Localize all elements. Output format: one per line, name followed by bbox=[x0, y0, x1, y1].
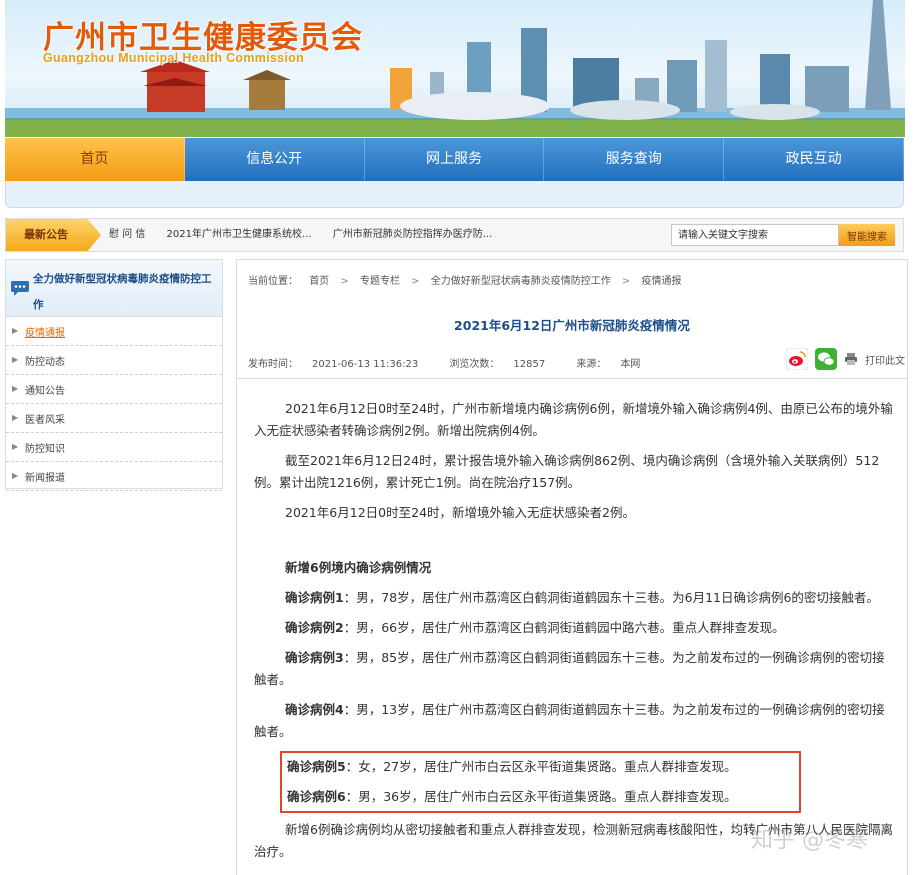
breadcrumb-item[interactable]: 疫情通报 bbox=[641, 276, 681, 287]
zhihu-watermark: 知乎 @冬寒 bbox=[751, 828, 868, 853]
breadcrumb-item[interactable]: 专题专栏 bbox=[360, 276, 400, 287]
weibo-share-icon[interactable] bbox=[786, 348, 808, 370]
article-paragraph: 2021年6月12日0时至24时，广州市新增境内确诊病例6例，新增境外输入确诊病… bbox=[254, 401, 893, 438]
sidebar-title: 全力做好新型冠状病毒肺炎疫情防控工作 bbox=[33, 273, 212, 311]
print-button[interactable]: 打印此文 bbox=[865, 352, 905, 367]
breadcrumb-separator: > bbox=[411, 276, 420, 287]
site-banner: 广州市卫生健康委员会 Guangzhou Municipal Health Co… bbox=[5, 0, 905, 137]
case-text: ：女，27岁，居住广州市白云区永平街道集贤路。重点人群排查发现。 bbox=[345, 759, 737, 774]
share-tools: 打印此文 bbox=[786, 348, 905, 370]
publish-time-label: 发布时间： bbox=[248, 359, 298, 370]
notice-list: 慰 问 信 2021年广州市卫生健康系统校... 广州市新冠肺炎防控指挥办医疗防… bbox=[109, 219, 510, 251]
notice-bar: 最新公告 慰 问 信 2021年广州市卫生健康系统校... 广州市新冠肺炎防控指… bbox=[5, 218, 904, 252]
notice-item[interactable]: 2021年广州市卫生健康系统校... bbox=[167, 229, 312, 240]
case-label: 确诊病例3 bbox=[285, 650, 344, 665]
sidebar-item-prevention-knowledge[interactable]: ▶ 防控知识 bbox=[6, 433, 222, 462]
source-label: 来源： bbox=[576, 359, 607, 370]
sidebar-item-prevention-news[interactable]: ▶ 防控动态 bbox=[6, 346, 222, 375]
case-label: 确诊病例1 bbox=[285, 590, 344, 605]
highlight-annotation-box: 确诊病例5：女，27岁，居住广州市白云区永平街道集贤路。重点人群排查发现。 确诊… bbox=[280, 751, 801, 813]
notice-label: 最新公告 bbox=[6, 219, 101, 251]
views-count: 12857 bbox=[513, 359, 546, 370]
breadcrumb: 当前位置： 首页 > 专题专栏 > 全力做好新型冠状病毒肺炎疫情防控工作 > 疫… bbox=[248, 272, 689, 287]
case-paragraph: 确诊病例1：男，78岁，居住广州市荔湾区白鹤洞街道鹤园东十三巷。为6月11日确诊… bbox=[254, 587, 894, 609]
article-panel: 当前位置： 首页 > 专题专栏 > 全力做好新型冠状病毒肺炎疫情防控工作 > 疫… bbox=[236, 259, 908, 875]
nav-item-public-interaction[interactable]: 政民互动 bbox=[724, 138, 904, 181]
case-text: ：男，13岁，居住广州市荔湾区白鹤洞街道鹤园东十三巷。为之前发布过的一例确诊病例… bbox=[254, 702, 885, 739]
case-label: 确诊病例4 bbox=[285, 702, 344, 717]
search-input[interactable] bbox=[671, 224, 839, 246]
breadcrumb-separator: > bbox=[621, 276, 631, 287]
arrow-right-icon: ▶ bbox=[12, 326, 19, 335]
case-text: ：男，78岁，居住广州市荔湾区白鹤洞街道鹤园东十三巷。为6月11日确诊病例6的密… bbox=[343, 590, 879, 605]
breadcrumb-item[interactable]: 全力做好新型冠状病毒肺炎疫情防控工作 bbox=[431, 276, 611, 287]
article-meta: 发布时间： 2021-06-13 11:36:23 浏览次数： 12857 来源： 本… bbox=[248, 355, 668, 370]
sidebar-item-label: 防控动态 bbox=[25, 357, 65, 368]
search-button[interactable]: 智能搜索 bbox=[839, 224, 895, 246]
case-label: 确诊病例5 bbox=[287, 759, 346, 774]
sidebar-item-medical-staff[interactable]: ▶ 医者风采 bbox=[6, 404, 222, 433]
nav-item-service-query[interactable]: 服务查询 bbox=[544, 138, 725, 181]
arrow-right-icon: ▶ bbox=[12, 442, 19, 451]
case-paragraph: 确诊病例2：男，66岁，居住广州市荔湾区白鹤洞街道鹤园中路六巷。重点人群排查发现… bbox=[254, 617, 894, 639]
source-value: 本网 bbox=[620, 359, 641, 370]
sidebar-item-label: 新闻报道 bbox=[25, 473, 65, 484]
case-text: ：男，85岁，居住广州市荔湾区白鹤洞街道鹤园东十三巷。为之前发布过的一例确诊病例… bbox=[254, 650, 885, 687]
section-heading: 新增6例境内确诊病例情况 bbox=[285, 560, 432, 575]
article-paragraph: 截至2021年6月12日24时，累计报告境外输入确诊病例862例、境内确诊病例（… bbox=[254, 453, 880, 490]
sidebar: 全力做好新型冠状病毒肺炎疫情防控工作 ▶ 疫情通报 ▶ 防控动态 ▶ 通知公告 … bbox=[5, 259, 223, 491]
notice-item[interactable]: 广州市新冠肺炎防控指挥办医疗防... bbox=[333, 229, 493, 240]
sidebar-item-label: 疫情通报 bbox=[25, 328, 65, 339]
subnav-bar bbox=[5, 181, 904, 208]
case-text: ：男，36岁，居住广州市白云区永平街道集贤路。重点人群排查发现。 bbox=[345, 789, 737, 804]
case-paragraph: 确诊病例5：女，27岁，居住广州市白云区永平街道集贤路。重点人群排查发现。 bbox=[287, 756, 799, 778]
sidebar-header: 全力做好新型冠状病毒肺炎疫情防控工作 bbox=[6, 260, 222, 317]
article-title: 2021年6月12日广州市新冠肺炎疫情情况 bbox=[454, 318, 690, 333]
breadcrumb-separator: > bbox=[340, 276, 349, 287]
nav-item-info-disclosure[interactable]: 信息公开 bbox=[185, 138, 365, 181]
arrow-right-icon: ▶ bbox=[12, 384, 19, 393]
breadcrumb-prefix: 当前位置： bbox=[248, 276, 298, 287]
divider bbox=[237, 378, 907, 379]
nav-item-home[interactable]: 首页 bbox=[5, 138, 185, 181]
publish-time: 2021-06-13 11:36:23 bbox=[312, 359, 419, 370]
main-nav: 首页 信息公开 网上服务 服务查询 政民互动 bbox=[5, 138, 904, 181]
breadcrumb-item[interactable]: 首页 bbox=[309, 276, 329, 287]
article-paragraph: 2021年6月12日0时至24时，新增境外输入无症状感染者2例。 bbox=[285, 505, 635, 520]
chat-bubble-icon bbox=[11, 281, 29, 296]
sidebar-item-epidemic-report[interactable]: ▶ 疫情通报 bbox=[6, 317, 222, 346]
site-title-english: Guangzhou Municipal Health Commission bbox=[43, 51, 305, 65]
sidebar-item-label: 医者风采 bbox=[25, 415, 65, 426]
case-paragraph: 确诊病例4：男，13岁，居住广州市荔湾区白鹤洞街道鹤园东十三巷。为之前发布过的一… bbox=[254, 699, 894, 743]
article-body: 2021年6月12日0时至24时，广州市新增境内确诊病例6例，新增境外输入确诊病… bbox=[254, 398, 894, 871]
arrow-right-icon: ▶ bbox=[12, 471, 19, 480]
printer-icon[interactable] bbox=[844, 352, 858, 366]
sidebar-item-news-reports[interactable]: ▶ 新闻报道 bbox=[6, 462, 222, 491]
views-label: 浏览次数： bbox=[449, 359, 500, 370]
case-paragraph: 确诊病例3：男，85岁，居住广州市荔湾区白鹤洞街道鹤园东十三巷。为之前发布过的一… bbox=[254, 647, 894, 691]
case-paragraph: 确诊病例6：男，36岁，居住广州市白云区永平街道集贤路。重点人群排查发现。 bbox=[287, 786, 799, 808]
notice-item[interactable]: 慰 问 信 bbox=[109, 229, 145, 240]
arrow-right-icon: ▶ bbox=[12, 355, 19, 364]
sidebar-item-label: 防控知识 bbox=[25, 444, 65, 455]
wechat-share-icon[interactable] bbox=[815, 348, 837, 370]
sidebar-item-label: 通知公告 bbox=[25, 386, 65, 397]
nav-item-online-service[interactable]: 网上服务 bbox=[365, 138, 545, 181]
arrow-right-icon: ▶ bbox=[12, 413, 19, 422]
case-text: ：男，66岁，居住广州市荔湾区白鹤洞街道鹤园中路六巷。重点人群排查发现。 bbox=[343, 620, 785, 635]
case-label: 确诊病例2 bbox=[285, 620, 344, 635]
sidebar-item-announcements[interactable]: ▶ 通知公告 bbox=[6, 375, 222, 404]
case-label: 确诊病例6 bbox=[287, 789, 346, 804]
